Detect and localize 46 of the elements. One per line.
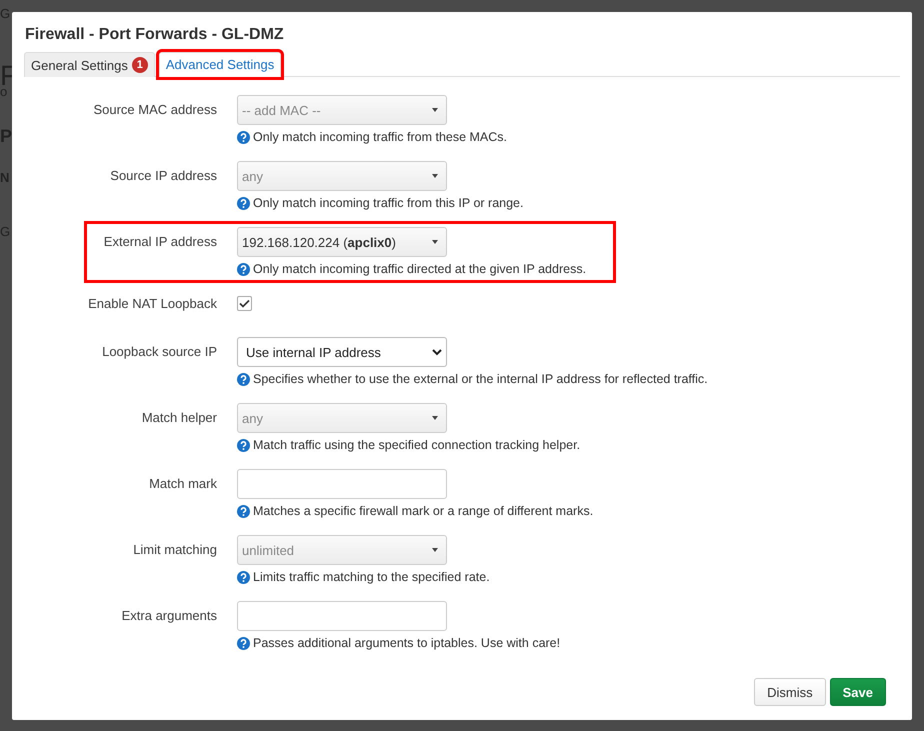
- caret-icon: [432, 108, 438, 112]
- field-label: Source IP address: [109, 167, 217, 183]
- input-field[interactable]: [237, 469, 447, 499]
- field-label: Limit matching: [132, 541, 217, 557]
- help-icon: [237, 570, 250, 584]
- dropdown[interactable]: -- add MAC --: [237, 95, 447, 125]
- help-icon: [237, 636, 250, 650]
- dropdown[interactable]: 192.168.120.224 (apclix0): [237, 227, 447, 257]
- help-icon: [237, 438, 250, 452]
- help-text: Only match incoming traffic from this IP or range.: [253, 196, 524, 210]
- field-label: Extra arguments: [120, 607, 217, 623]
- error-badge: 1: [132, 57, 148, 73]
- dismiss-button[interactable]: Dismiss: [754, 678, 826, 706]
- tab[interactable]: Advanced Settings: [158, 52, 282, 77]
- dropdown[interactable]: any: [237, 161, 447, 191]
- field-label: Match mark: [148, 475, 217, 491]
- caret-icon: [432, 548, 438, 552]
- field-label: Source MAC address: [92, 101, 217, 117]
- help-icon: [237, 504, 250, 518]
- help-icon: [237, 372, 250, 386]
- caret-icon: [432, 416, 438, 420]
- help-text: Passes additional arguments to iptables. Use with care!: [253, 636, 560, 650]
- help-text: Limits traffic matching to the specified rate.: [253, 570, 490, 584]
- field-label: Match helper: [140, 409, 217, 425]
- dropdown[interactable]: unlimited: [237, 535, 447, 565]
- field-label: External IP address: [102, 233, 217, 249]
- dropdown[interactable]: any: [237, 403, 447, 433]
- help-text: Specifies whether to use the external or the internal IP address for reflected traffic.: [253, 372, 708, 386]
- field-label: Enable NAT Loopback: [87, 295, 217, 311]
- help-text: Only match incoming traffic from these MACs.: [253, 130, 508, 144]
- tab[interactable]: General Settings 1: [24, 52, 155, 77]
- save-button[interactable]: Save: [830, 678, 886, 706]
- help-icon: [237, 262, 250, 276]
- checkbox[interactable]: [237, 296, 252, 311]
- chevron-icon: [432, 348, 442, 356]
- dialog-title: Firewall - Port Forwards - GL-DMZ: [25, 26, 285, 44]
- field-label: Loopback source IP: [101, 343, 217, 359]
- help-icon: [237, 196, 250, 210]
- help-text: Match traffic using the specified connection tracking helper.: [253, 438, 580, 452]
- help-text: Only match incoming traffic directed at the given IP address.: [253, 262, 586, 276]
- help-icon: [237, 130, 250, 144]
- help-text: Matches a specific firewall mark or a range of different marks.: [253, 504, 594, 518]
- input-field[interactable]: [237, 601, 447, 631]
- dropdown[interactable]: Use internal IP address: [237, 337, 447, 367]
- caret-icon: [432, 174, 438, 178]
- caret-icon: [432, 240, 438, 244]
